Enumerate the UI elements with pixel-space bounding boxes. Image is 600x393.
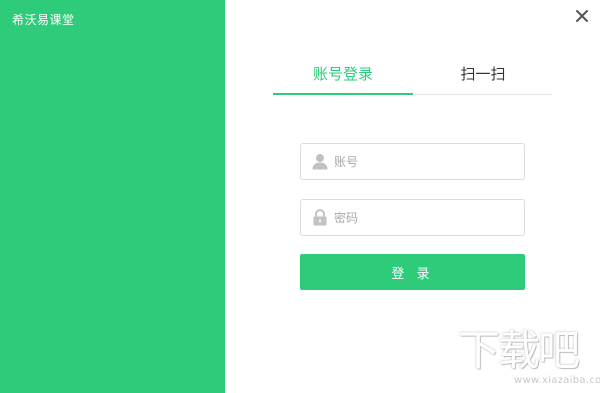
- watermark-url: www.xiazaiba.com: [514, 375, 600, 386]
- watermark: 下载吧 www.xiazaiba.com: [458, 326, 600, 388]
- account-field[interactable]: [300, 143, 525, 180]
- tab-scan[interactable]: 扫一扫: [413, 63, 553, 95]
- active-tab-indicator: [273, 93, 413, 95]
- login-button[interactable]: 登 录: [300, 254, 525, 290]
- app-title: 希沃易课堂: [12, 13, 75, 27]
- account-input[interactable]: [334, 144, 519, 179]
- brand-panel: 希沃易课堂: [0, 0, 225, 393]
- close-button[interactable]: [572, 6, 592, 26]
- watermark-logo: 下载吧: [458, 326, 580, 375]
- user-icon: [312, 153, 328, 170]
- password-field[interactable]: [300, 199, 525, 236]
- tab-account-login[interactable]: 账号登录: [273, 63, 413, 95]
- close-icon: [576, 10, 588, 22]
- lock-icon: [312, 209, 328, 226]
- password-input[interactable]: [334, 200, 519, 235]
